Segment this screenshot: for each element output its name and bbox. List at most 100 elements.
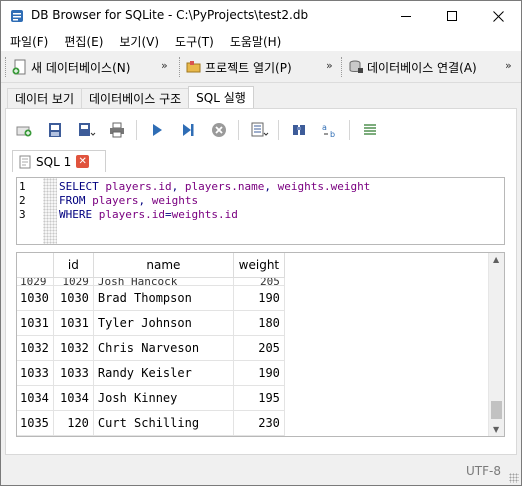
attach-database-label: 데이터베이스 연결(A)	[367, 60, 477, 75]
cell-name[interactable]: Curt Schilling	[93, 410, 234, 436]
play-line-icon	[183, 124, 194, 136]
close-tab-button[interactable]: ✕	[76, 155, 90, 168]
scroll-up-icon[interactable]: ▲	[493, 255, 499, 264]
table-row[interactable]: 1031 1031 Tyler Johnson 180	[17, 310, 285, 336]
cell-id[interactable]: 120	[53, 410, 94, 436]
header-row: id name weight	[17, 253, 285, 278]
menu-bar: 파일(F) 편집(E) 보기(V) 도구(T) 도움말(H)	[1, 31, 521, 51]
cell-weight[interactable]: 195	[233, 385, 285, 411]
print-icon	[110, 122, 124, 138]
open-tab-button[interactable]	[16, 122, 32, 138]
toolbar-separator	[349, 120, 350, 140]
cell-weight[interactable]: 190	[233, 285, 285, 311]
execute-all-button[interactable]	[149, 122, 165, 138]
close-icon	[492, 10, 504, 22]
cell-name[interactable]: Josh Kinney	[93, 385, 234, 411]
find-replace-icon: ab	[322, 123, 335, 139]
cell-weight[interactable]: 190	[233, 360, 285, 386]
save-results-button[interactable]	[251, 122, 269, 138]
cell-weight[interactable]: 230	[233, 410, 285, 436]
save-sql-file-button[interactable]	[78, 122, 96, 138]
open-sql-file-button[interactable]	[47, 122, 63, 138]
cell-weight[interactable]: 205	[233, 277, 285, 286]
tab-execute-sql[interactable]: SQL 실행	[188, 86, 254, 108]
toolbar-overflow-chevron-icon[interactable]: »	[161, 59, 168, 72]
tab-browse-data[interactable]: 데이터 보기	[7, 88, 83, 108]
sql-editor-tab[interactable]: SQL 1 ✕	[12, 150, 106, 172]
print-button[interactable]	[109, 122, 125, 138]
menu-tools[interactable]: 도구(T)	[167, 33, 222, 50]
attach-database-button[interactable]: 데이터베이스 연결(A)	[348, 59, 477, 76]
menu-file[interactable]: 파일(F)	[1, 33, 56, 50]
column-header-name[interactable]: name	[93, 253, 234, 278]
minimize-button[interactable]	[383, 1, 429, 31]
find-button[interactable]	[291, 122, 307, 138]
cell-name[interactable]: Josh Hancock	[93, 277, 234, 286]
corner-cell[interactable]	[17, 253, 54, 278]
cell-weight[interactable]: 180	[233, 310, 285, 336]
cell-name[interactable]: Brad Thompson	[93, 285, 234, 311]
results-grid[interactable]: id name weight 1029 1029 Josh Hancock 20…	[16, 252, 505, 437]
sql-editor[interactable]: 1 2 3 SELECT players.id, players.name, w…	[16, 177, 505, 245]
save-results-icon	[251, 122, 269, 137]
toolbar-grip[interactable]	[179, 57, 182, 77]
minimize-icon	[401, 15, 411, 17]
cell-weight[interactable]: 205	[233, 335, 285, 361]
execute-current-line-button[interactable]	[180, 122, 196, 138]
cell-id[interactable]: 1032	[53, 335, 94, 361]
cell-id[interactable]: 1034	[53, 385, 94, 411]
toolbar-grip[interactable]	[5, 57, 8, 77]
cell-name[interactable]: Randy Keisler	[93, 360, 234, 386]
column-header-weight[interactable]: weight	[233, 253, 285, 278]
save-sql-file-icon	[79, 123, 96, 136]
cell-id[interactable]: 1031	[53, 310, 94, 336]
code-line-2: FROM players, weights	[59, 194, 198, 207]
table-row[interactable]: 1032 1032 Chris Narveson 205	[17, 335, 285, 361]
toolbar-group-new: 새 데이터베이스(N)	[5, 56, 130, 78]
cell-name[interactable]: Chris Narveson	[93, 335, 234, 361]
open-project-icon	[186, 59, 202, 75]
find-replace-button[interactable]: ab	[322, 122, 338, 139]
table-row[interactable]: 1030 1030 Brad Thompson 190	[17, 285, 285, 311]
comment-lines-icon	[364, 124, 376, 135]
comment-lines-button[interactable]	[362, 122, 378, 138]
menu-view[interactable]: 보기(V)	[111, 33, 167, 50]
open-project-button[interactable]: 프로젝트 열기(P)	[186, 59, 292, 76]
toolbar-separator	[238, 120, 239, 140]
menu-help[interactable]: 도움말(H)	[222, 33, 290, 50]
table-row[interactable]: 1035 120 Curt Schilling 230	[17, 410, 285, 436]
execute-sql-pane: ab SQL 1 ✕ 1 2 3 SELECT players.id, play…	[5, 108, 517, 455]
results-vertical-scrollbar[interactable]: ▲ ▼	[488, 253, 504, 436]
main-tab-bar: 데이터 보기 데이터베이스 구조 SQL 실행	[7, 86, 254, 109]
table-row[interactable]: 1033 1033 Randy Keisler 190	[17, 360, 285, 386]
toolbar-overflow-chevron-icon[interactable]: »	[505, 59, 512, 72]
row-number: 1034	[17, 385, 54, 411]
sql-file-icon	[19, 155, 31, 168]
column-header-id[interactable]: id	[53, 253, 94, 278]
toolbar-overflow-chevron-icon[interactable]: »	[326, 59, 333, 72]
resize-grip-icon[interactable]	[509, 473, 519, 483]
table-row-partial[interactable]: 1029 1029 Josh Hancock 205	[17, 277, 285, 286]
menu-edit[interactable]: 편집(E)	[56, 33, 111, 50]
cell-id[interactable]: 1029	[53, 277, 94, 286]
cell-id[interactable]: 1030	[53, 285, 94, 311]
tab-database-structure[interactable]: 데이터베이스 구조	[81, 88, 190, 108]
scrollbar-thumb[interactable]	[491, 401, 502, 419]
scroll-down-icon[interactable]: ▼	[493, 425, 499, 434]
open-tab-icon	[16, 126, 32, 137]
row-number: 1035	[17, 410, 54, 436]
code-line-3: WHERE players.id=weights.id	[59, 208, 238, 221]
table-row[interactable]: 1034 1034 Josh Kinney 195	[17, 385, 285, 411]
close-button[interactable]	[475, 1, 521, 31]
cell-id[interactable]: 1033	[53, 360, 94, 386]
maximize-icon	[447, 11, 457, 21]
new-database-label: 새 데이터베이스(N)	[31, 60, 131, 75]
cell-name[interactable]: Tyler Johnson	[93, 310, 234, 336]
maximize-button[interactable]	[429, 1, 475, 31]
app-logo-icon	[9, 8, 25, 24]
row-number: 1029	[17, 277, 54, 286]
new-database-button[interactable]: 새 데이터베이스(N)	[12, 59, 130, 76]
line-number-gutter: 1 2 3	[17, 178, 57, 244]
stop-execution-button[interactable]	[211, 122, 227, 138]
toolbar-grip[interactable]	[341, 57, 344, 77]
